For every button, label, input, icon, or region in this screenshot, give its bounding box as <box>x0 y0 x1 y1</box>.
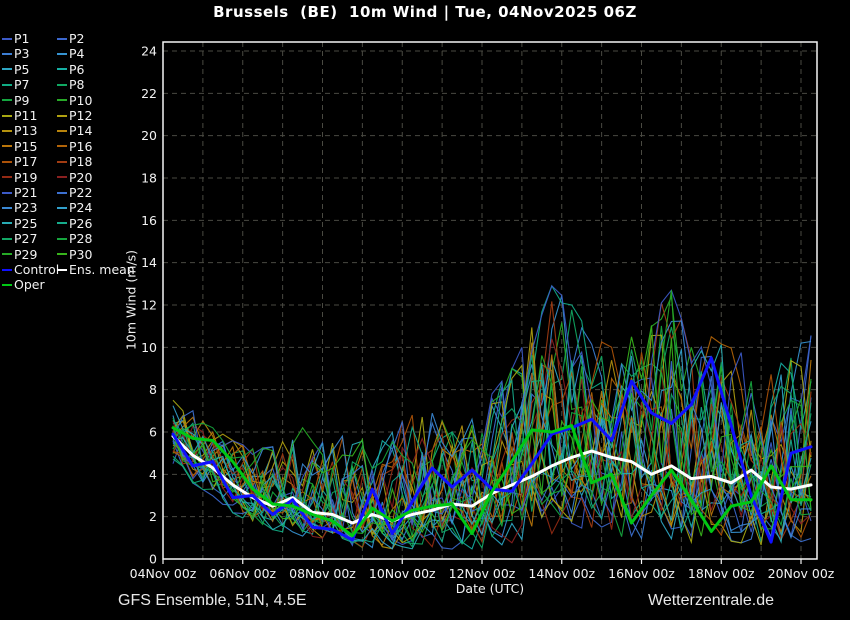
x-tick-label: 04Nov 00z <box>130 566 197 581</box>
footer-model-info: GFS Ensemble, 51N, 4.5E <box>118 592 307 609</box>
x-tick-label: 14Nov 00z <box>528 566 595 581</box>
app-window: Brussels (BE) 10m Wind | Tue, 04Nov2025 … <box>0 0 850 620</box>
x-tick-label: 12Nov 00z <box>449 566 516 581</box>
y-tick-label: 24 <box>141 44 157 59</box>
y-tick-label: 10 <box>141 340 157 355</box>
y-tick-label: 20 <box>141 128 157 143</box>
x-tick-label: 08Nov 00z <box>289 566 356 581</box>
y-tick-label: 0 <box>149 552 157 567</box>
y-tick-label: 4 <box>149 467 157 482</box>
x-tick-label: 06Nov 00z <box>209 566 276 581</box>
y-tick-label: 12 <box>141 298 157 313</box>
plot-area: 04Nov 00z 06Nov 00z 08Nov 00z 10Nov 00z 12No… <box>130 41 835 581</box>
y-tick-label: 8 <box>149 382 157 397</box>
y-tick-label: 22 <box>141 86 157 101</box>
y-tick-label: 14 <box>141 255 157 270</box>
footer-brand: Wetterzentrale.de <box>648 592 774 609</box>
x-tick-label: 18Nov 00z <box>688 566 755 581</box>
y-tick-label: 6 <box>149 425 157 440</box>
y-tick-label: 18 <box>141 171 157 186</box>
y-tick-label: 2 <box>149 509 157 524</box>
x-tick-label: 10Nov 00z <box>369 566 436 581</box>
y-tick-label: 16 <box>141 213 157 228</box>
x-tick-label: 20Nov 00z <box>768 566 835 581</box>
x-axis-label: Date (UTC) <box>455 581 525 596</box>
x-tick-label: 16Nov 00z <box>608 566 675 581</box>
